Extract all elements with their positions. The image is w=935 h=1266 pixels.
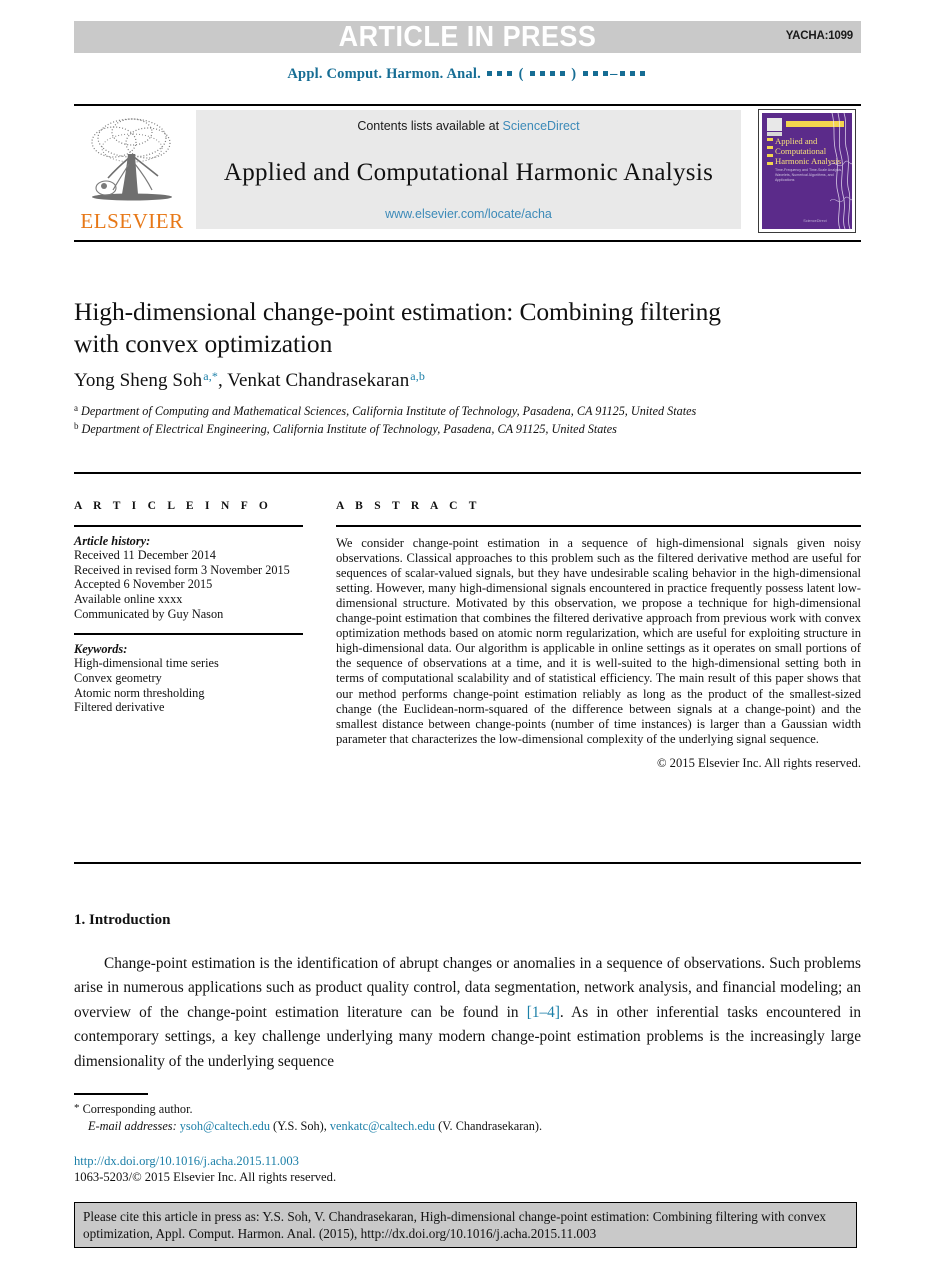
affiliation-b-text: Department of Electrical Engineering, Ca… — [81, 422, 617, 436]
author-name-1: Yong Sheng Soh — [74, 370, 203, 391]
keyword-item: Atomic norm thresholding — [74, 685, 205, 700]
email-link-2[interactable]: venkatc@caltech.edu — [330, 1119, 435, 1133]
masthead-contents-panel: Contents lists available at ScienceDirec… — [196, 110, 741, 229]
journal-title: Applied and Computational Harmonic Analy… — [223, 159, 714, 186]
history-item: Accepted 6 November 2015 — [74, 577, 213, 592]
affiliation-a-text: Department of Computing and Mathematical… — [81, 404, 697, 418]
cover-footer: ScienceDirect — [803, 219, 827, 223]
affiliation-a: a Department of Computing and Mathematic… — [74, 401, 774, 419]
email-link-1[interactable]: ysoh@caltech.edu — [180, 1119, 270, 1133]
keywords-label: Keywords: — [74, 641, 128, 656]
author-list: Yong Sheng Soha,*, Venkat Chandrasekaran… — [74, 369, 774, 392]
affiliation-b-mark: b — [74, 421, 79, 431]
keywords-block: Keywords: High-dimensional time series C… — [74, 642, 303, 715]
history-item: Received in revised form 3 November 2015 — [74, 562, 290, 577]
article-history-block: Article history: Received 11 December 20… — [74, 534, 303, 622]
journal-url-link[interactable]: www.elsevier.com/locate/acha — [196, 207, 741, 221]
email-owner-1: (Y.S. Soh), — [269, 1118, 330, 1133]
journal-cover-thumbnail: Applied and Computational Harmonic Analy… — [758, 109, 856, 233]
sciencedirect-link[interactable]: ScienceDirect — [503, 119, 580, 133]
abstract-rule — [336, 525, 861, 527]
keyword-item: Convex geometry — [74, 670, 162, 685]
abstract-column: A B S T R A C T We consider change-point… — [336, 500, 861, 771]
masthead-top-rule — [74, 104, 861, 106]
contents-available-line: Contents lists available at ScienceDirec… — [196, 119, 741, 133]
abstract-copyright: © 2015 Elsevier Inc. All rights reserved… — [656, 755, 861, 770]
running-head: Appl. Comput. Harmon. Anal. ( ) – — [0, 66, 935, 83]
corresponding-author-star: * — [74, 1102, 80, 1114]
introduction-paragraph: Change-point estimation is the identific… — [74, 952, 861, 1074]
article-info-heading: A R T I C L E I N F O — [74, 500, 273, 512]
keywords-rule — [74, 633, 303, 635]
footnote-rule — [74, 1093, 148, 1095]
page-title: High-dimensional change-point estimation… — [74, 297, 721, 358]
footnote-block: * Corresponding author. E-mail addresses… — [74, 1100, 774, 1134]
article-in-press-label: ARTICLE IN PRESS — [338, 21, 597, 53]
citation-link-1-4[interactable]: [1–4] — [527, 1004, 560, 1021]
email-owner-2: (V. Chandrasekaran). — [435, 1118, 543, 1133]
doi-link[interactable]: http://dx.doi.org/10.1016/j.acha.2015.11… — [74, 1153, 774, 1169]
please-cite-box: Please cite this article in press as: Y.… — [74, 1202, 857, 1248]
elsevier-logo: ELSEVIER — [76, 110, 188, 233]
doi-block: http://dx.doi.org/10.1016/j.acha.2015.11… — [74, 1153, 774, 1185]
section-heading-introduction: 1. Introduction — [74, 912, 171, 928]
email-label: E-mail addresses: — [88, 1118, 177, 1133]
history-item: Available online xxxx — [74, 591, 183, 606]
article-info-rule — [74, 525, 303, 527]
author-2-affiliation-marks: a,b — [410, 369, 425, 383]
header-separator-rule — [74, 472, 861, 474]
affiliation-a-mark: a — [74, 403, 78, 413]
article-history-label: Article history: — [74, 533, 151, 548]
elsevier-wordmark: ELSEVIER — [80, 209, 184, 233]
keyword-item: Filtered derivative — [74, 700, 165, 715]
author-separator: , — [217, 370, 228, 391]
history-item: Communicated by Guy Nason — [74, 606, 224, 621]
contents-prefix: Contents lists available at — [357, 119, 503, 133]
affiliations: a Department of Computing and Mathematic… — [74, 401, 774, 437]
article-info-column: A R T I C L E I N F O Article history: R… — [74, 500, 303, 715]
introduction-body: Change-point estimation is the identific… — [74, 952, 861, 1074]
history-item: Received 11 December 2014 — [74, 548, 216, 563]
author-1-affiliation-marks: a,* — [203, 369, 218, 383]
issn-copyright-line: 1063-5203/© 2015 Elsevier Inc. All right… — [74, 1170, 337, 1184]
email-addresses-note: E-mail addresses: ysoh@caltech.edu (Y.S.… — [74, 1118, 774, 1135]
cover-waveform-icon — [830, 113, 852, 229]
masthead-bottom-rule — [74, 240, 861, 242]
author-name-2: Venkat Chandrasekaran — [227, 370, 410, 391]
running-head-journal: Appl. Comput. Harmon. Anal. — [287, 66, 481, 82]
corresponding-author-note: * Corresponding author. — [74, 1100, 774, 1118]
volume-placeholder: ( ) – — [481, 66, 648, 82]
abstract-text: We consider change-point estimation in a… — [336, 535, 861, 746]
abstract-bottom-rule — [74, 862, 861, 864]
abstract-heading: A B S T R A C T — [336, 500, 481, 512]
keyword-item: High-dimensional time series — [74, 656, 219, 671]
affiliation-b: b Department of Electrical Engineering, … — [74, 419, 774, 437]
manuscript-code: YACHA:1099 — [785, 30, 853, 42]
article-in-press-banner: ARTICLE IN PRESS YACHA:1099 — [74, 21, 861, 53]
corresponding-author-text: Corresponding author. — [82, 1102, 193, 1116]
elsevier-tree-icon — [91, 118, 172, 201]
please-cite-text: Please cite this article in press as: Y.… — [83, 1209, 827, 1241]
